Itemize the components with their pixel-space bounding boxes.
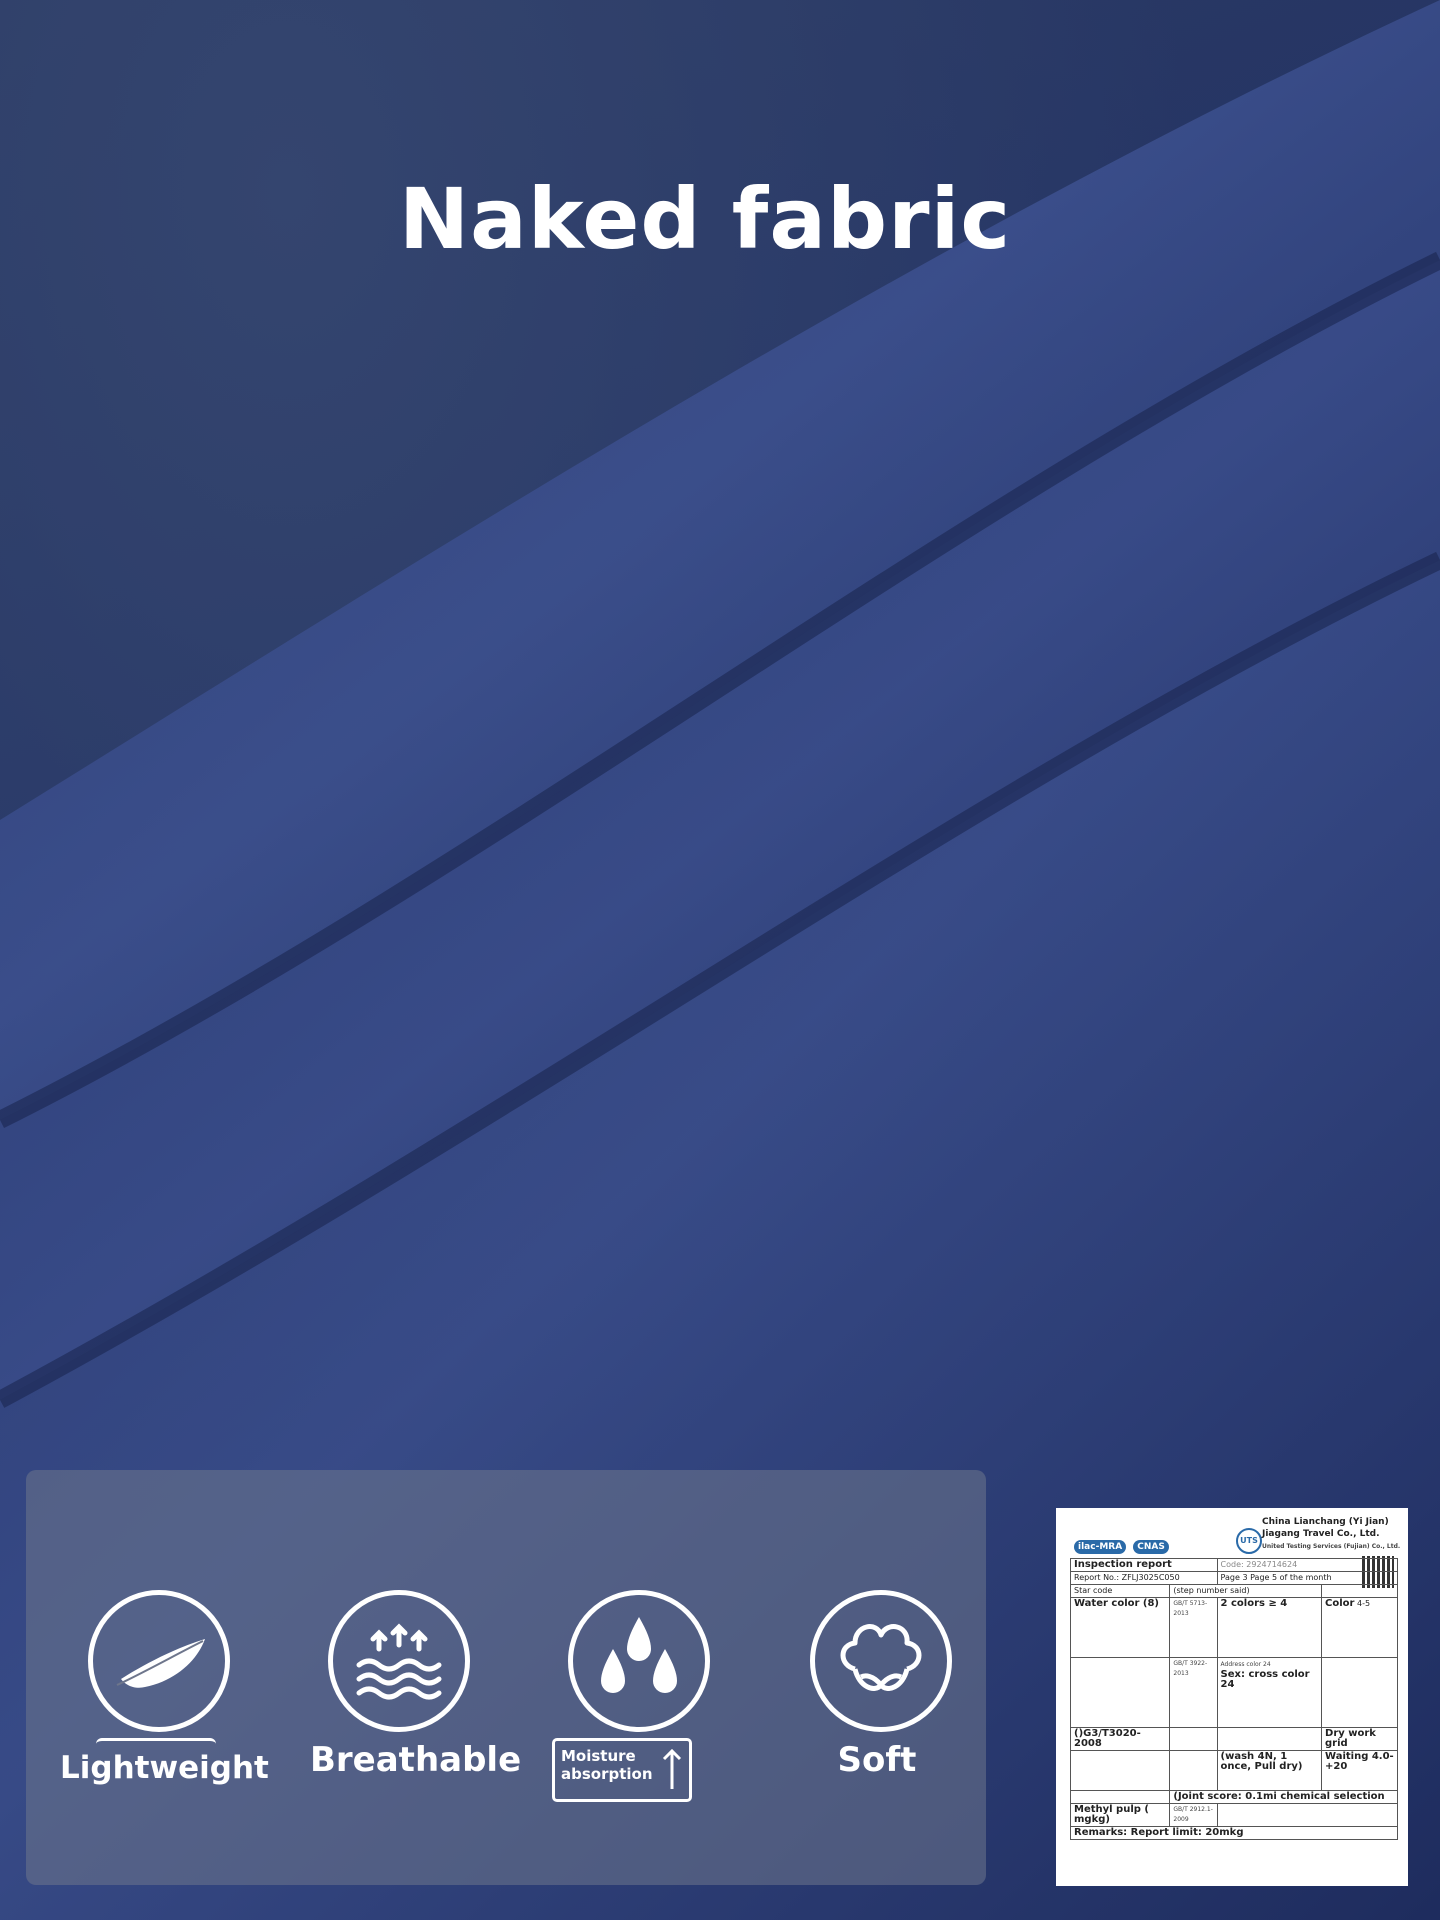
report-table: Inspection report Code: 2924714624 Repor…: [1069, 1558, 1399, 1840]
table-row: ()G3/T3020-2008 Dry work grid: [1069, 1727, 1398, 1751]
feature-underline: [96, 1738, 216, 1747]
feature-label-line1: Moisture: [561, 1747, 636, 1765]
feather-icon: [88, 1590, 230, 1732]
feature-lightweight: Lightweight: [60, 1590, 270, 1830]
feature-label: Breathable: [310, 1740, 522, 1780]
ilac-logo: ilac-MRA: [1074, 1540, 1127, 1554]
features-panel: Lightweight Breathable Moisture absorpti…: [26, 1470, 986, 1885]
feature-label-line2: absorption: [561, 1765, 653, 1783]
table-row: Star code (step number said): [1069, 1584, 1398, 1598]
table-row: Remarks: Report limit: 20mkg: [1070, 1826, 1398, 1840]
table-row: Report No.: ZFLJ3025C050 Page 3 Page 5 o…: [1070, 1571, 1399, 1585]
feature-soft: Soft: [792, 1590, 992, 1830]
table-row: Water color (8) GB/T 5713-2013 2 colors …: [1069, 1597, 1398, 1658]
table-row: Methyl pulp ( mgkg) GB/T 2912.1-2009: [1069, 1803, 1399, 1827]
table-row: (wash 4N, 1 once, Pull dry) Waiting 4.0-…: [1069, 1750, 1398, 1791]
feature-breathable: Breathable: [310, 1590, 522, 1830]
feature-label: Soft: [837, 1740, 917, 1780]
inspection-report-thumbnail: ilac-MRA CNAS UTS China Lianchang (Yi Ji…: [1056, 1508, 1408, 1886]
arrow-up-icon: [662, 1748, 682, 1789]
table-row: (Joint score: 0.1mi chemical selection: [1069, 1790, 1398, 1804]
cotton-boll-icon: [810, 1590, 952, 1732]
feature-label: Lightweight: [60, 1750, 269, 1786]
table-row: GB/T 3922-2013 Address color 24 Sex: cros…: [1069, 1657, 1398, 1728]
accreditation-logos: ilac-MRA CNAS: [1074, 1534, 1171, 1554]
airflow-waves-icon: [328, 1590, 470, 1732]
page-title: Naked fabric: [398, 170, 1012, 268]
feature-moisture-absorption: Moisture absorption: [550, 1590, 750, 1830]
lab-name: China Lianchang (Yi Jian) Jiagang Travel…: [1262, 1517, 1401, 1550]
uts-logo: UTS: [1236, 1528, 1262, 1554]
table-row: Inspection report Code: 2924714624: [1070, 1558, 1399, 1572]
water-drops-icon: [568, 1590, 710, 1732]
cnas-logo: CNAS: [1133, 1540, 1169, 1554]
moisture-label-box: Moisture absorption: [552, 1738, 692, 1802]
